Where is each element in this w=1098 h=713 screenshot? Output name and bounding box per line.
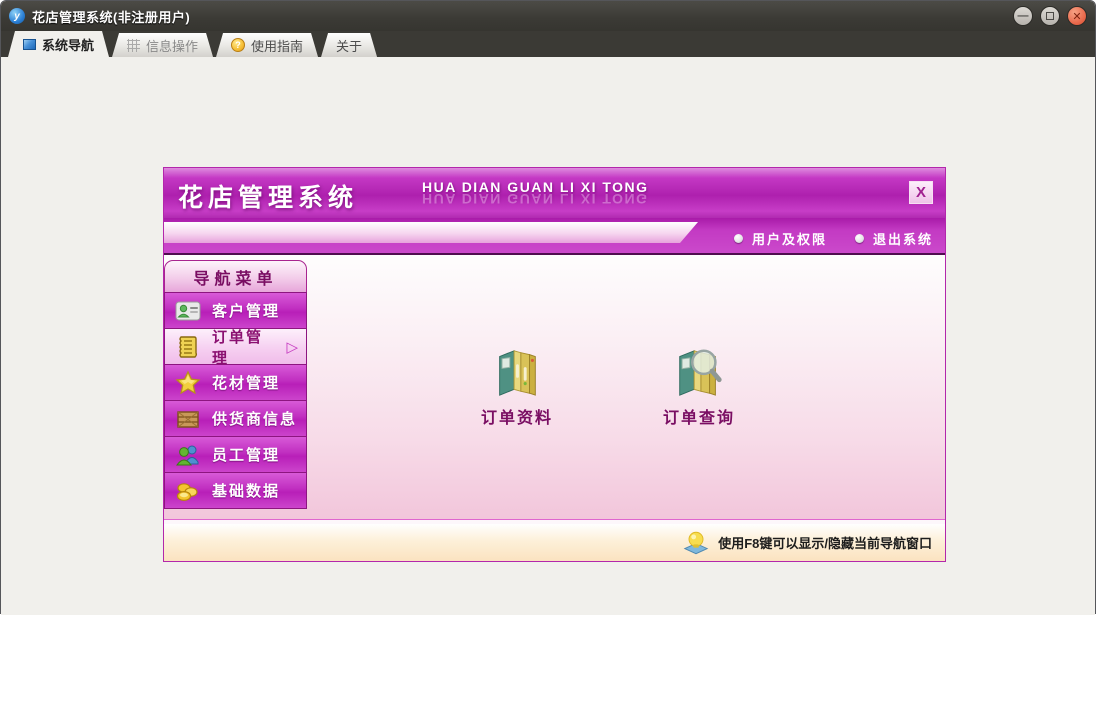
- shortcut-label: 订单资料: [480, 410, 553, 427]
- blue-square-icon: [23, 39, 36, 50]
- tab-system-navigation[interactable]: 系统导航: [8, 31, 109, 57]
- window-title: 花店管理系统(非注册用户): [32, 9, 191, 25]
- tab-about[interactable]: 关于: [321, 33, 377, 57]
- tab-label: 系统导航: [42, 37, 95, 53]
- panel-statusbar: 使用F8键可以显示/隐藏当前导航窗口: [164, 524, 945, 561]
- nav-item-base-data[interactable]: 基础数据: [164, 472, 307, 509]
- star-icon: [175, 369, 201, 394]
- panel-body: 导航菜单 客户管理 订单管理 ▷ 花材管理 供货商信息 员工管理 基础数据 订单…: [164, 255, 945, 519]
- tab-label: 信息操作: [146, 38, 199, 54]
- content-area: 花店管理系统 HUA DIAN GUAN LI XI TONG HUA DIAN…: [1, 57, 1095, 615]
- nav-item-staff-management[interactable]: 员工管理: [164, 436, 307, 473]
- tab-label: 使用指南: [251, 38, 304, 54]
- tab-info-operations[interactable]: 信息操作: [112, 33, 213, 57]
- minimize-button[interactable]: —: [1013, 6, 1033, 26]
- window-controls: — ✕: [1013, 6, 1087, 26]
- nav-item-customer-management[interactable]: 客户管理: [164, 292, 307, 329]
- maximize-button[interactable]: [1040, 6, 1060, 26]
- panel-close-button[interactable]: X: [909, 181, 933, 204]
- shortcut-label: 订单查询: [662, 410, 735, 427]
- crate-icon: [177, 410, 199, 428]
- status-text: 使用F8键可以显示/隐藏当前导航窗口: [718, 536, 932, 551]
- shortcut-order-data[interactable]: 订单资料: [447, 345, 587, 428]
- decorative-strip: [164, 222, 698, 243]
- navigation-menu: 导航菜单 客户管理 订单管理 ▷ 花材管理 供货商信息 员工管理 基础数据: [164, 260, 307, 509]
- nav-menu-header: 导航菜单: [164, 260, 307, 293]
- shortcut-order-query[interactable]: 订单查询: [629, 345, 769, 428]
- menu-exit-system[interactable]: 退出系统: [854, 229, 933, 248]
- tab-user-guide[interactable]: ? 使用指南: [216, 33, 318, 57]
- panel-menubar: 用户及权限 退出系统: [164, 218, 945, 255]
- selected-arrow-icon: ▷: [286, 338, 300, 356]
- order-notebook-icon: [179, 335, 198, 358]
- customer-card-icon: [175, 301, 201, 320]
- close-button[interactable]: ✕: [1067, 6, 1087, 26]
- coins-icon: [176, 482, 198, 501]
- flower-shop-panel: 花店管理系统 HUA DIAN GUAN LI XI TONG HUA DIAN…: [163, 167, 946, 562]
- app-icon: y: [9, 8, 25, 24]
- grid-icon: [127, 39, 140, 52]
- menu-user-permissions[interactable]: 用户及权限: [733, 229, 827, 248]
- maximize-icon: [1046, 12, 1054, 20]
- nav-item-supplier-info[interactable]: 供货商信息: [164, 400, 307, 437]
- bullet-icon: [733, 234, 743, 243]
- panel-subtitle: HUA DIAN GUAN LI XI TONG HUA DIAN GUAN L…: [422, 179, 649, 207]
- help-icon: ?: [231, 38, 245, 52]
- panel-title: 花店管理系统: [178, 184, 359, 212]
- tab-bar: 系统导航 信息操作 ? 使用指南 关于: [1, 31, 1095, 57]
- panel-menu: 用户及权限 退出系统: [733, 229, 933, 248]
- tab-label: 关于: [336, 38, 363, 54]
- window-titlebar[interactable]: y 花店管理系统(非注册用户) — ✕: [1, 1, 1095, 31]
- panel-header: 花店管理系统 HUA DIAN GUAN LI XI TONG HUA DIAN…: [164, 168, 945, 218]
- nav-item-order-management[interactable]: 订单管理 ▷: [164, 328, 307, 367]
- staff-icon: [176, 445, 199, 465]
- folder-search-icon: [679, 349, 722, 396]
- bullet-icon: [854, 234, 864, 243]
- lightbulb-icon: [683, 531, 709, 554]
- nav-item-flower-material-management[interactable]: 花材管理: [164, 364, 307, 401]
- app-window: y 花店管理系统(非注册用户) — ✕ 系统导航 信息操作 ? 使用指南 关于 …: [0, 0, 1096, 615]
- folder-documents-icon: [499, 350, 536, 396]
